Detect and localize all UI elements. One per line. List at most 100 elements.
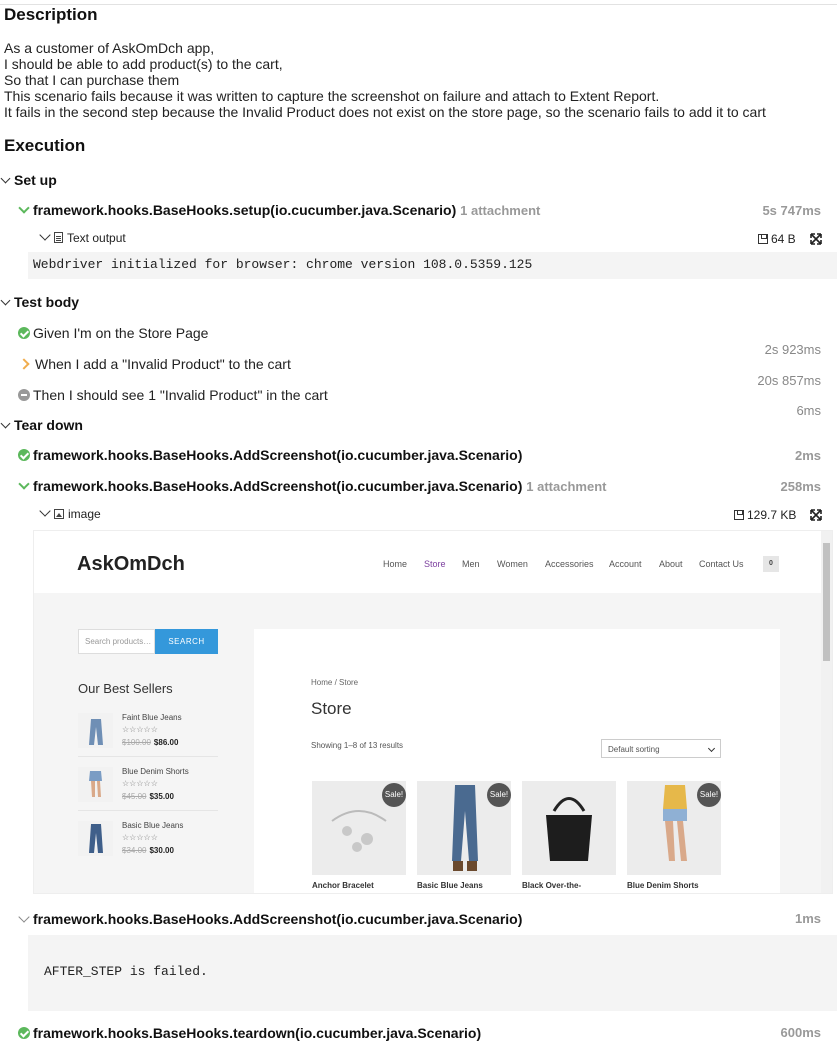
nav-women: Women [497, 559, 528, 569]
attachment-count: 1 attachment [460, 203, 541, 218]
test-body-toggle[interactable]: Test body [0, 294, 80, 310]
best-seller-price: $100.00 $86.00 [122, 738, 178, 747]
nav-account: Account [609, 559, 642, 569]
text-output-toggle[interactable]: Text output [39, 229, 126, 245]
chevron-down-icon [0, 173, 11, 184]
old-price: $100.00 [122, 738, 151, 747]
step-when[interactable]: When I add a "Invalid Product" to the ca… [18, 356, 291, 372]
teardown-label: Tear down [14, 417, 83, 433]
hook-name: framework.hooks.BaseHooks.AddScreenshot(… [33, 911, 523, 927]
cart-icon: 0 [763, 556, 779, 572]
chevron-down-icon [0, 418, 11, 429]
hook-duration: 600ms [780, 1025, 821, 1040]
description-line: This scenario fails because it was writt… [4, 88, 660, 104]
sale-badge: Sale! [697, 783, 721, 807]
error-message: AFTER_STEP is failed. [44, 964, 208, 979]
step-keyword: Given [33, 325, 70, 341]
chevron-down-icon [39, 229, 51, 241]
test-body-label: Test body [14, 294, 80, 310]
step-text: I add a "Invalid Product" to the cart [75, 356, 291, 372]
rating-stars: ☆☆☆☆☆ [122, 779, 158, 788]
store-brand: AskOmDch [77, 553, 185, 575]
chevron-down-icon [0, 295, 11, 306]
scrollbar-thumb[interactable] [823, 543, 830, 661]
download-text-output[interactable]: 64 B [758, 232, 796, 246]
expand-icon[interactable] [810, 233, 822, 245]
passed-icon [18, 1027, 30, 1039]
store-header: AskOmDch Home Store Men Women Accessorie… [34, 531, 822, 593]
setup-hook-name: framework.hooks.BaseHooks.setup(io.cucum… [33, 202, 457, 218]
nav-accessories: Accessories [545, 559, 594, 569]
step-duration: 6ms [796, 403, 821, 418]
store-search-input: Search products… [78, 629, 155, 654]
hook-name: framework.hooks.BaseHooks.teardown(io.cu… [33, 1025, 482, 1041]
best-seller-name: Basic Blue Jeans [122, 821, 184, 830]
product-name: Anchor Bracelet [312, 881, 374, 890]
best-seller-price: $45.00 $35.00 [122, 792, 174, 801]
step-keyword: Then [33, 387, 65, 403]
sale-badge: Sale! [487, 783, 511, 807]
attachment-count: 1 attachment [526, 479, 607, 494]
chevron-right-icon [18, 358, 30, 370]
teardown-hook-3[interactable]: framework.hooks.BaseHooks.AddScreenshot(… [18, 911, 522, 927]
best-seller-price: $34.00 $30.00 [122, 846, 174, 855]
output-size: 64 B [771, 232, 796, 246]
image-icon [54, 509, 64, 519]
product-name: Black Over-the- [522, 881, 582, 890]
step-then[interactable]: Then I should see 1 "Invalid Product" in… [18, 387, 328, 403]
expand-icon[interactable] [810, 509, 822, 521]
best-seller-item: Basic Blue Jeans ☆☆☆☆☆ $34.00 $30.00 [78, 819, 218, 865]
hook-name: framework.hooks.BaseHooks.AddScreenshot(… [33, 478, 523, 494]
rating-stars: ☆☆☆☆☆ [122, 725, 158, 734]
step-keyword: When [35, 356, 72, 372]
error-output: AFTER_STEP is failed. [28, 935, 837, 1011]
teardown-toggle[interactable]: Tear down [0, 417, 83, 433]
image-attachment-toggle[interactable]: image [39, 505, 101, 521]
document-icon [54, 232, 63, 243]
setup-duration: 5s 747ms [762, 203, 821, 218]
page-title: Store [311, 699, 352, 718]
setup-section-toggle[interactable]: Set up [0, 172, 57, 188]
teardown-hook-2[interactable]: framework.hooks.BaseHooks.AddScreenshot(… [18, 478, 606, 494]
text-output-value: Webdriver initialized for browser: chrom… [33, 257, 533, 272]
hook-duration: 2ms [794, 448, 821, 463]
result-count: Showing 1–8 of 13 results [311, 741, 404, 750]
text-output-label: Text output [67, 231, 126, 245]
hook-name: framework.hooks.BaseHooks.AddScreenshot(… [33, 447, 523, 463]
description-line: It fails in the second step because the … [4, 104, 766, 120]
product-image [522, 781, 616, 875]
step-duration: 20s 857ms [757, 373, 821, 388]
description-line: As a customer of AskOmDch app, [4, 40, 215, 56]
chevron-down-icon [18, 478, 30, 490]
nav-home: Home [383, 559, 408, 569]
old-price: $45.00 [122, 792, 147, 801]
nav-contact: Contact Us [699, 559, 744, 569]
store-search-button: SEARCH [155, 629, 218, 654]
store-main-card: Home / Store Store Showing 1–8 of 13 res… [254, 629, 780, 893]
sale-badge: Sale! [382, 783, 406, 807]
teardown-hook-1[interactable]: framework.hooks.BaseHooks.AddScreenshot(… [18, 447, 522, 463]
image-size: 129.7 KB [747, 508, 797, 522]
screenshot-scrollbar[interactable] [821, 531, 832, 893]
teardown-hook-4[interactable]: framework.hooks.BaseHooks.teardown(io.cu… [18, 1025, 481, 1041]
best-seller-item: Blue Denim Shorts ☆☆☆☆☆ $45.00 $35.00 [78, 765, 218, 811]
best-sellers-title: Our Best Sellers [78, 681, 173, 696]
product-name: Blue Denim Shorts [627, 881, 699, 890]
sorting-select: Default sorting [601, 739, 721, 758]
step-given[interactable]: Given I'm on the Store Page [18, 325, 208, 341]
skipped-icon [18, 389, 30, 401]
passed-icon [18, 449, 30, 461]
description-line: So that I can purchase them [4, 72, 180, 88]
download-image[interactable]: 129.7 KB [734, 508, 796, 522]
jeans-thumbnail [78, 713, 113, 748]
new-price: $86.00 [153, 738, 179, 747]
attached-screenshot[interactable]: AskOmDch Home Store Men Women Accessorie… [33, 530, 833, 894]
save-icon [734, 510, 744, 520]
setup-hook-toggle[interactable]: framework.hooks.BaseHooks.setup(io.cucum… [18, 202, 540, 218]
jeans-thumbnail [78, 821, 113, 856]
chevron-down-icon [18, 911, 30, 923]
nav-store: Store [424, 559, 446, 569]
description-line: I should be able to add product(s) to th… [4, 56, 283, 72]
chevron-down-icon [39, 505, 51, 517]
breadcrumb: Home / Store [311, 678, 359, 687]
